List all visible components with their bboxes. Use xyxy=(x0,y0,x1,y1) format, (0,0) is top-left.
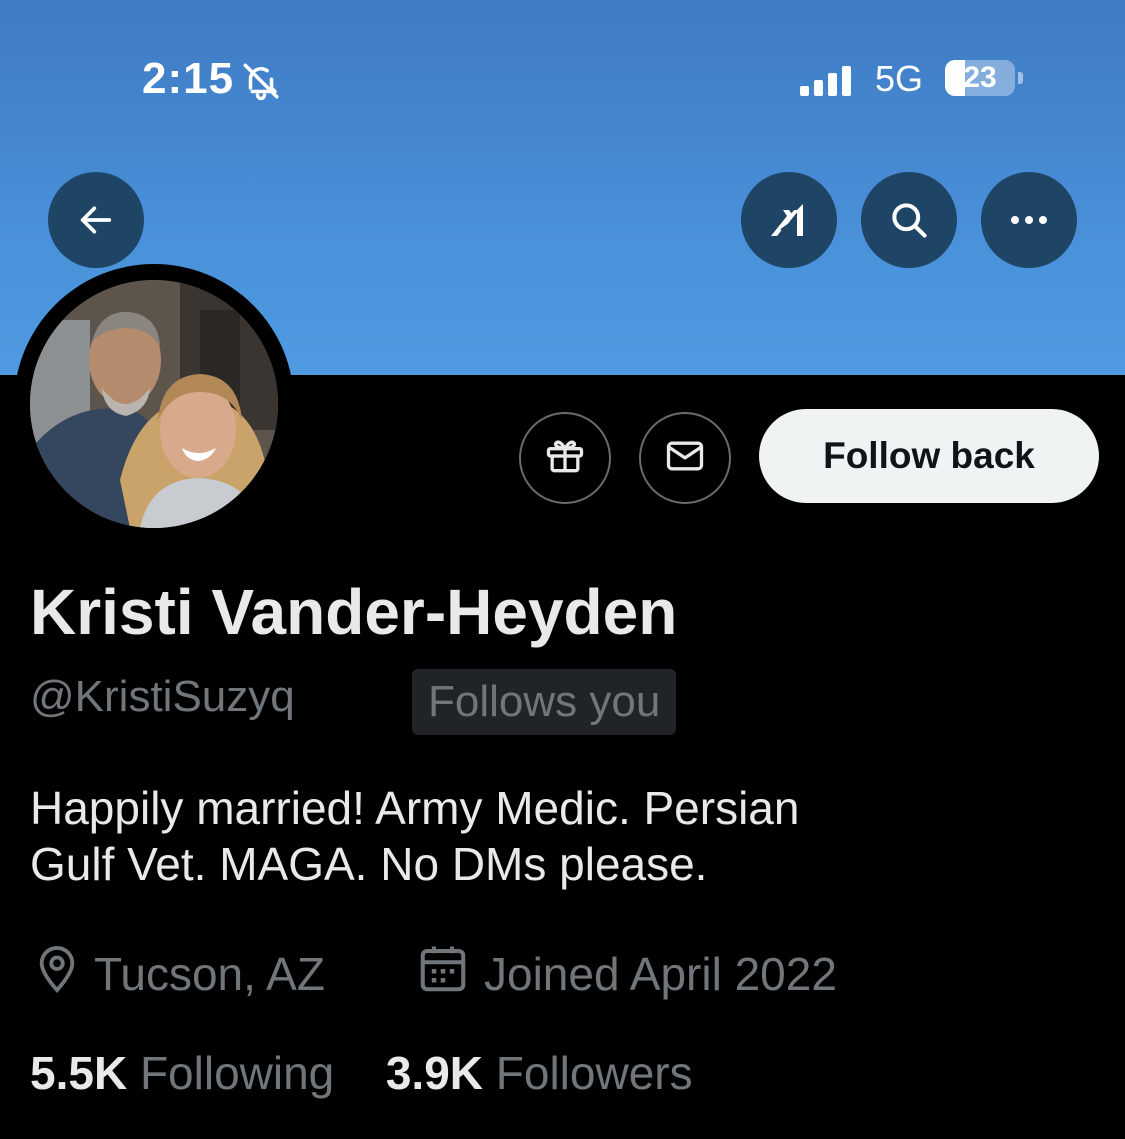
mail-icon xyxy=(663,434,707,483)
grok-button[interactable] xyxy=(741,172,837,268)
following-label: Following xyxy=(139,1047,335,1099)
battery-indicator: 23 xyxy=(945,60,1027,100)
back-button[interactable] xyxy=(48,172,144,268)
follows-you-badge: Follows you xyxy=(412,669,677,735)
bio-line: Happily married! Army Medic. Persian xyxy=(30,782,800,834)
message-button[interactable] xyxy=(639,412,731,504)
status-time: 2:15 xyxy=(142,54,235,103)
profile-avatar[interactable] xyxy=(14,264,294,544)
gift-icon xyxy=(543,434,587,483)
network-type: 5G xyxy=(875,58,924,99)
avatar-photo xyxy=(30,280,278,528)
grok-icon xyxy=(765,196,813,244)
search-icon xyxy=(887,198,931,242)
calendar-icon xyxy=(416,942,484,1007)
followers-link[interactable]: 3.9K Followers xyxy=(386,1047,693,1099)
more-button[interactable] xyxy=(981,172,1077,268)
cellular-signal-icon xyxy=(798,64,858,98)
joined-text: Joined April 2022 xyxy=(484,948,837,1000)
profile-location: Tucson, AZ xyxy=(34,944,325,1004)
battery-level: 23 xyxy=(963,61,997,94)
following-link[interactable]: 5.5K Following xyxy=(30,1047,334,1099)
location-pin-icon xyxy=(34,944,94,1005)
more-icon xyxy=(1007,213,1051,227)
followers-label: Followers xyxy=(495,1047,693,1099)
follow-back-button[interactable]: Follow back xyxy=(759,409,1099,503)
gift-button[interactable] xyxy=(519,412,611,504)
search-button[interactable] xyxy=(861,172,957,268)
profile-bio: Happily married! Army Medic. Persian Gul… xyxy=(30,780,1090,892)
status-bar: 2:15 5G 23 xyxy=(0,50,1125,110)
profile-joined: Joined April 2022 xyxy=(416,944,837,1004)
profile-name: Kristi Vander-Heyden xyxy=(30,576,678,648)
arrow-left-icon xyxy=(76,200,116,240)
location-text: Tucson, AZ xyxy=(94,948,325,1000)
followers-count: 3.9K xyxy=(385,1047,483,1099)
bio-line: Gulf Vet. MAGA. No DMs please. xyxy=(30,838,708,890)
profile-handle: @KristiSuzyq xyxy=(30,672,295,721)
bell-slash-icon xyxy=(240,60,282,102)
following-count: 5.5K xyxy=(30,1047,128,1099)
profile-stats: 5.5K Following 3.9K Followers xyxy=(30,1046,693,1100)
